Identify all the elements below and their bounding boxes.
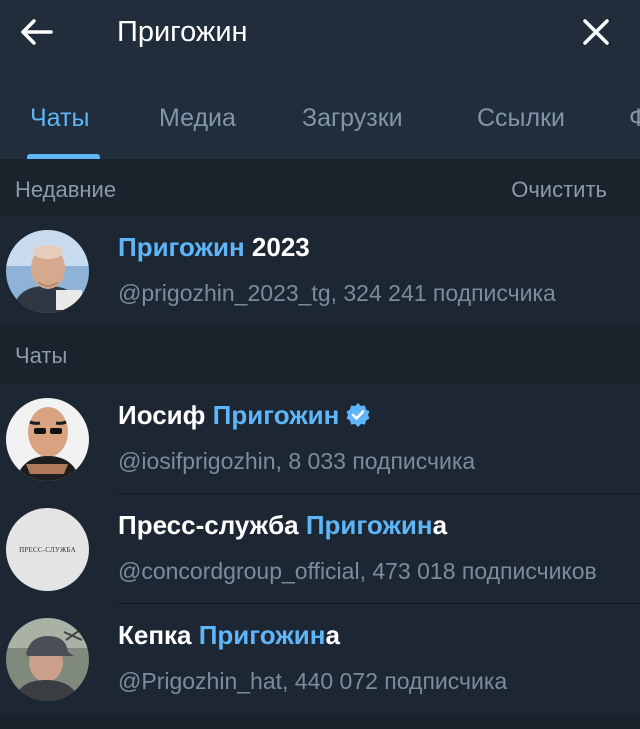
chats-section-header: Чаты <box>0 326 640 384</box>
back-button[interactable] <box>12 10 60 54</box>
avatar-logo-text: ПРЕСС-СЛУЖБА <box>19 545 76 554</box>
name-suffix: а <box>432 510 448 540</box>
tab-chats[interactable]: Чаты <box>30 104 89 133</box>
chat-name: Иосиф Пригожин <box>118 400 371 431</box>
tab-downloads[interactable]: Загрузки <box>302 104 403 133</box>
close-icon <box>583 19 609 45</box>
name-highlight: Пригожин <box>198 620 326 650</box>
chat-name: Пресс-служба Пригожина <box>118 510 447 541</box>
chat-subtitle: @prigozhin_2023_tg, 324 241 подписчика <box>118 280 556 306</box>
verified-badge-icon <box>346 403 370 427</box>
chat-item[interactable]: ПРЕСС-СЛУЖБА Пресс-служба Пригожина @con… <box>0 494 640 604</box>
recent-section-title: Недавние <box>15 177 117 202</box>
chats-section-title: Чаты <box>15 343 68 368</box>
chat-name: Пригожин 2023 <box>118 232 310 263</box>
avatar <box>6 230 89 313</box>
close-button[interactable] <box>574 10 618 54</box>
clear-recent-button[interactable]: Очистить <box>511 177 607 203</box>
name-highlight: Пригожин <box>118 232 245 262</box>
tab-files[interactable]: Ф <box>629 104 640 133</box>
name-suffix: а <box>325 620 340 650</box>
name-prefix: Пресс-служба <box>118 510 306 540</box>
name-prefix: Иосиф <box>118 400 213 430</box>
chat-name: Кепка Пригожина <box>118 620 340 651</box>
name-rest: 2023 <box>244 232 310 262</box>
recent-chat-item[interactable]: Пригожин 2023 @prigozhin_2023_tg, 324 24… <box>0 216 640 326</box>
chat-item[interactable]: Кепка Пригожина @Prigozhin_hat, 440 072 … <box>0 604 640 714</box>
avatar <box>6 618 89 701</box>
bottom-divider <box>0 714 640 729</box>
avatar: ПРЕСС-СЛУЖБА <box>6 508 89 591</box>
chat-subtitle: @iosifprigozhin, 8 033 подписчика <box>118 448 476 474</box>
tab-links[interactable]: Ссылки <box>477 104 565 133</box>
name-highlight: Пригожин <box>305 510 433 540</box>
search-input[interactable] <box>117 10 537 54</box>
top-bar: Чаты Медиа Загрузки Ссылки Ф <box>0 0 640 160</box>
chat-subtitle: @concordgroup_official, 473 018 подписчи… <box>118 558 597 584</box>
avatar <box>6 398 89 481</box>
tab-media[interactable]: Медиа <box>159 104 236 133</box>
chat-subtitle: @Prigozhin_hat, 440 072 подписчика <box>118 668 508 694</box>
name-highlight: Пригожин <box>212 400 340 430</box>
arrow-left-icon <box>21 19 53 45</box>
recent-section-header: Недавние Очистить <box>0 160 640 216</box>
chat-item[interactable]: Иосиф Пригожин @iosifprigozhin, 8 033 по… <box>0 384 640 494</box>
name-prefix: Кепка <box>118 620 199 650</box>
